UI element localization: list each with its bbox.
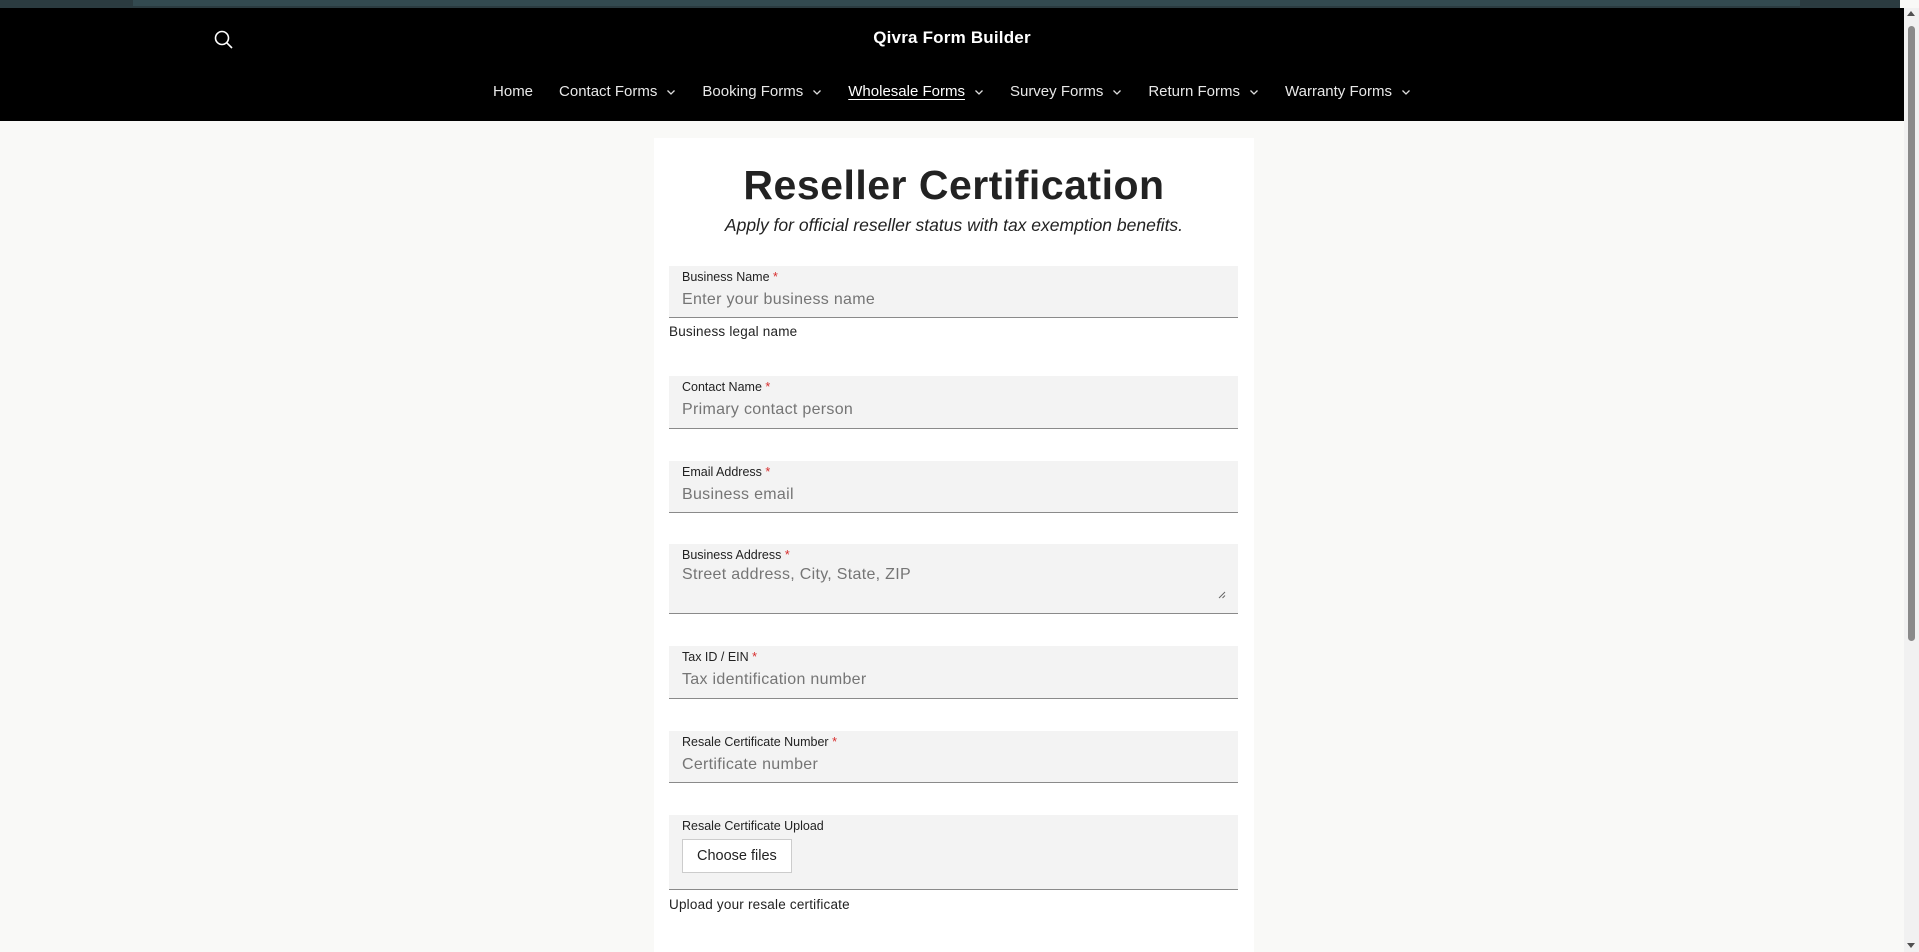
contact-name-field: Contact Name * (669, 376, 1238, 429)
nav-label: Booking Forms (702, 83, 804, 100)
browser-top-strip-inner (133, 0, 1800, 6)
chevron-down-icon (1250, 89, 1258, 95)
page-scrollbar[interactable] (1904, 8, 1919, 952)
chevron-down-icon (1402, 89, 1410, 95)
nav-label: Home (493, 83, 534, 100)
nav-item-wholesale-forms[interactable]: Wholesale Forms (848, 83, 984, 100)
nav-item-contact-forms[interactable]: Contact Forms (559, 83, 676, 100)
field-label: Tax ID / EIN * (682, 650, 758, 664)
nav-label: Contact Forms (559, 83, 658, 100)
required-marker: * (773, 270, 778, 284)
business-address-field: Business Address * (669, 544, 1238, 614)
nav-label: Return Forms (1148, 83, 1241, 100)
business-name-input[interactable] (682, 291, 1225, 309)
field-label: Contact Name * (682, 380, 771, 394)
tax-id-input[interactable] (682, 671, 1225, 689)
chevron-down-icon (667, 89, 676, 95)
form-title: Reseller Certification (743, 162, 1165, 208)
resale-certificate-number-field: Resale Certificate Number * (669, 731, 1238, 783)
email-field: Email Address * (669, 461, 1238, 513)
chevron-down-icon (975, 89, 983, 95)
field-label: Business Name * (682, 270, 778, 284)
nav-item-return-forms[interactable]: Return Forms (1148, 83, 1259, 100)
field-label: Business Address * (682, 548, 790, 562)
required-marker: * (784, 548, 790, 562)
business-address-textarea[interactable] (682, 566, 1225, 604)
required-marker: * (765, 380, 771, 394)
browser-top-strip (0, 0, 1900, 8)
nav-item-warranty-forms[interactable]: Warranty Forms (1285, 83, 1411, 100)
required-marker: * (832, 735, 837, 749)
nav-item-home[interactable]: Home (493, 83, 533, 100)
email-input[interactable] (682, 486, 1225, 504)
choose-files-button[interactable]: Choose files (682, 839, 792, 873)
chevron-down-icon (1113, 89, 1122, 95)
required-marker: * (765, 465, 771, 479)
scroll-up-icon[interactable] (1907, 11, 1915, 16)
required-marker: * (752, 650, 758, 664)
scrollbar-thumb[interactable] (1908, 26, 1915, 641)
field-label: Resale Certificate Upload (682, 819, 824, 833)
form-subtitle: Apply for official reseller status with … (724, 215, 1184, 235)
nav-label: Survey Forms (1009, 83, 1104, 100)
site-header: Qivra Form Builder Home Contact Forms Bo… (0, 8, 1904, 121)
site-title[interactable]: Qivra Form Builder (0, 28, 1904, 48)
business-name-field: Business Name * (669, 266, 1238, 318)
nav-item-survey-forms[interactable]: Survey Forms (1010, 83, 1122, 100)
business-name-help: Business legal name (669, 324, 798, 339)
resize-grip-icon[interactable] (1218, 591, 1226, 599)
tax-id-field: Tax ID / EIN * (669, 646, 1238, 699)
resale-upload-help: Upload your resale certificate (669, 897, 850, 912)
form-card: Reseller Certification Apply for officia… (654, 138, 1254, 952)
nav-label: Warranty Forms (1285, 83, 1392, 100)
resale-certificate-number-input[interactable] (682, 756, 1225, 774)
field-label: Resale Certificate Number * (682, 735, 837, 749)
chevron-down-icon (813, 89, 822, 95)
nav-item-booking-forms[interactable]: Booking Forms (702, 83, 822, 100)
field-label: Email Address * (682, 465, 771, 479)
main-nav: Home Contact Forms Booking Forms Wholesa… (0, 83, 1904, 100)
contact-name-input[interactable] (682, 401, 1225, 419)
nav-label: Wholesale Forms (848, 83, 965, 100)
scroll-down-icon[interactable] (1907, 943, 1915, 948)
resale-certificate-upload-field: Resale Certificate Upload Choose files (669, 815, 1238, 890)
